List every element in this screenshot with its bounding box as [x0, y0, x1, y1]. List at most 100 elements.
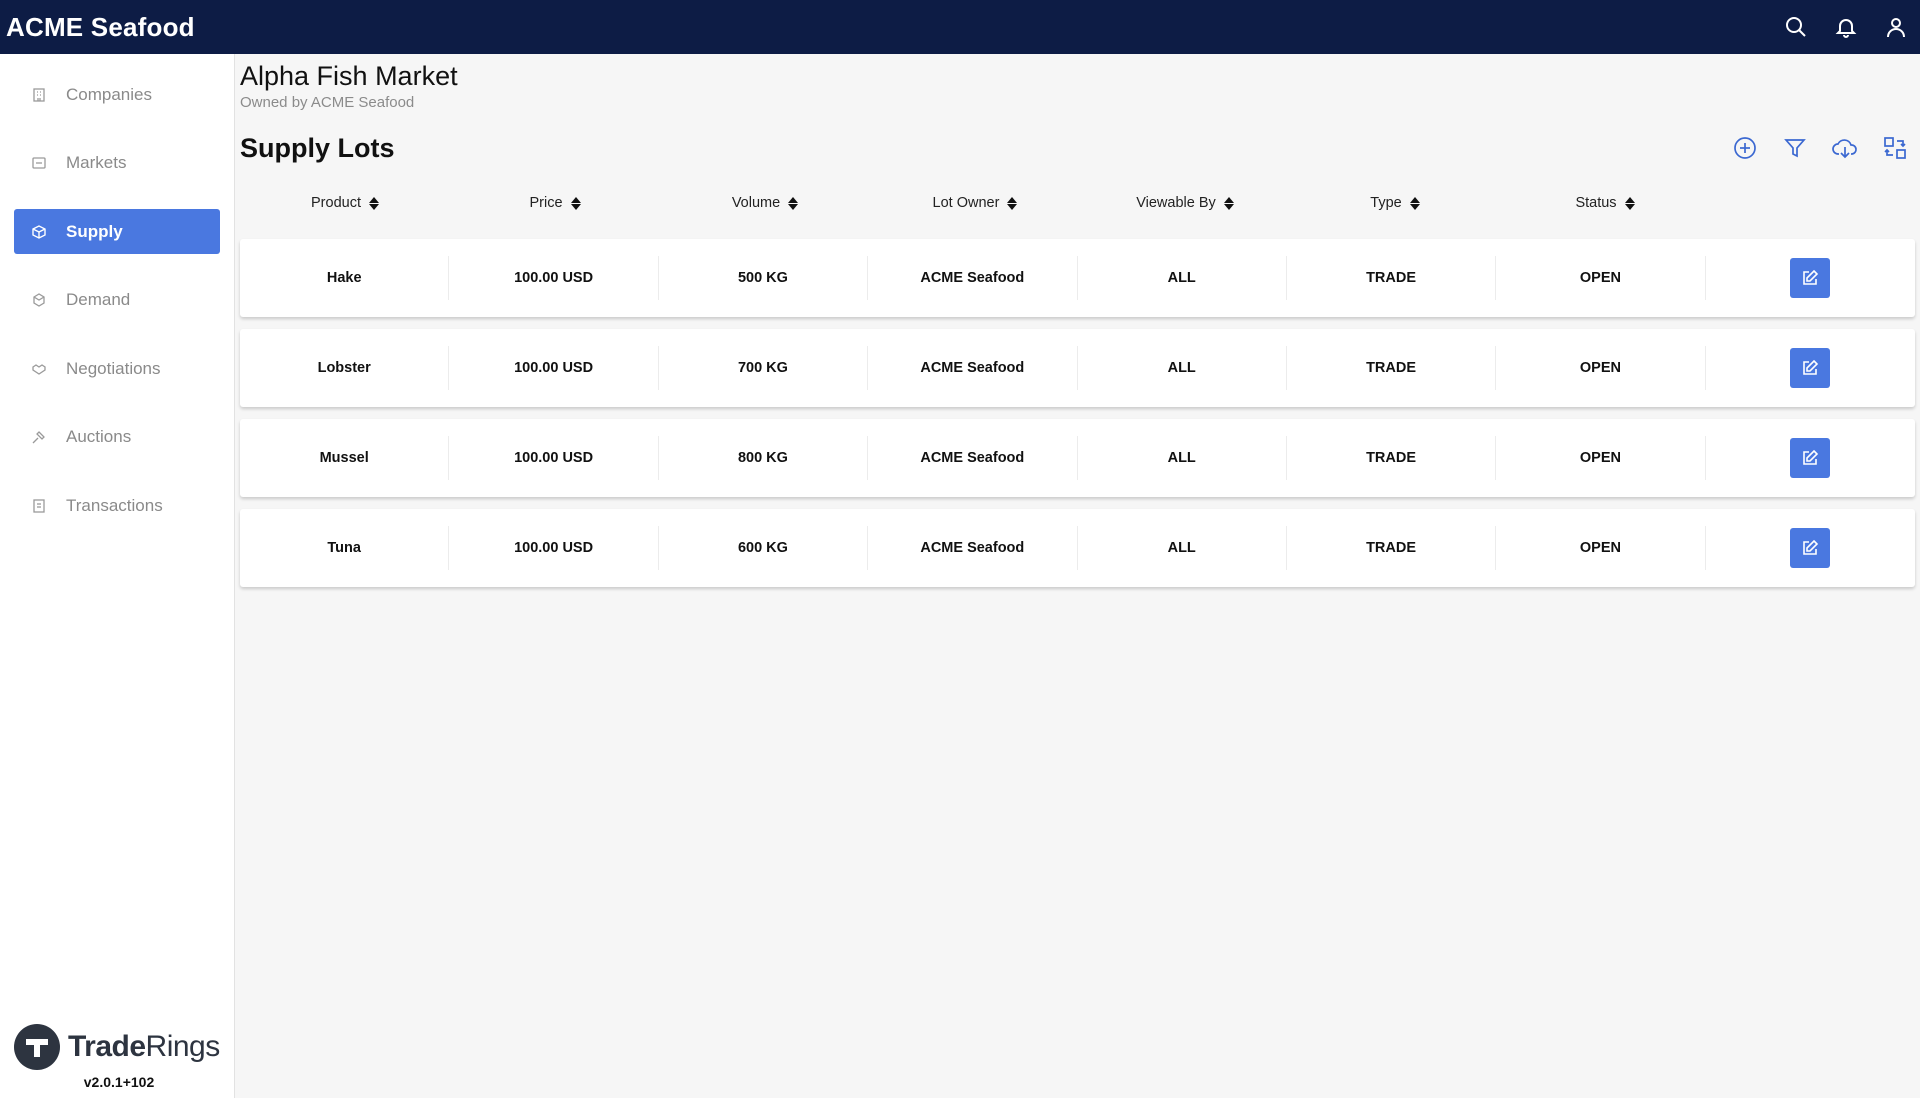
sidebar-item-label: Supply — [66, 221, 123, 241]
edit-icon — [1803, 269, 1819, 285]
cell-price: 100.00 USD — [449, 526, 659, 570]
sidebar-item-negotiations[interactable]: Negotiations — [14, 346, 220, 391]
cell-viewable-by: ALL — [1078, 526, 1287, 570]
sort-icon — [368, 196, 379, 210]
table-row: Tuna 100.00 USD 600 KG ACME Seafood ALL … — [240, 509, 1915, 587]
cell-product: Hake — [240, 256, 450, 300]
column-header-lot-owner[interactable]: Lot Owner — [870, 195, 1080, 211]
cell-status: OPEN — [1496, 256, 1706, 300]
traderings-logo-mark-icon — [14, 1024, 60, 1070]
logo-text: TradeRings — [68, 1030, 220, 1063]
edit-icon — [1803, 539, 1819, 555]
sort-icon — [1223, 196, 1234, 210]
sidebar-item-auctions[interactable]: Auctions — [14, 415, 220, 460]
cell-lot-owner: ACME Seafood — [868, 346, 1078, 390]
add-circle-icon[interactable] — [1731, 134, 1759, 162]
edit-icon — [1803, 449, 1819, 465]
search-icon[interactable] — [1782, 13, 1810, 41]
cell-type: TRADE — [1287, 346, 1497, 390]
market-icon — [28, 152, 50, 174]
sidebar-item-supply[interactable]: Supply — [14, 209, 220, 254]
table-row: Hake 100.00 USD 500 KG ACME Seafood ALL … — [240, 239, 1915, 317]
cell-viewable-by: ALL — [1078, 256, 1287, 300]
column-header-status[interactable]: Status — [1500, 195, 1710, 211]
cell-lot-owner: ACME Seafood — [868, 526, 1078, 570]
cell-price: 100.00 USD — [449, 436, 659, 480]
top-icons — [1782, 13, 1914, 41]
cell-action — [1706, 528, 1915, 568]
sidebar-item-label: Demand — [66, 290, 131, 309]
cell-volume: 600 KG — [659, 526, 869, 570]
column-header-product[interactable]: Product — [240, 195, 450, 211]
cell-product: Mussel — [240, 436, 450, 480]
gavel-icon — [28, 426, 50, 448]
table-row: Mussel 100.00 USD 800 KG ACME Seafood AL… — [240, 419, 1915, 497]
edit-button[interactable] — [1790, 348, 1831, 388]
sort-icon — [1007, 196, 1018, 210]
edit-icon — [1803, 359, 1819, 375]
cell-price: 100.00 USD — [449, 256, 659, 300]
cell-type: TRADE — [1287, 256, 1497, 300]
cell-volume: 800 KG — [659, 436, 869, 480]
app-version: v2.0.1+102 — [83, 1074, 155, 1090]
toolbar — [1731, 134, 1915, 162]
traderings-logo: TradeRings v2.0.1+102 — [14, 1024, 224, 1090]
sidebar-item-transactions[interactable]: Transactions — [14, 483, 220, 528]
bell-icon[interactable] — [1832, 13, 1860, 41]
swap-icon[interactable] — [1881, 134, 1909, 162]
receipt-icon — [28, 495, 50, 517]
cell-action — [1706, 258, 1915, 298]
market-owner: Owned by ACME Seafood — [240, 94, 415, 111]
sidebar-item-companies[interactable]: Companies — [14, 72, 220, 117]
column-header-price[interactable]: Price — [450, 195, 660, 211]
cloud-download-icon[interactable] — [1831, 134, 1859, 162]
sidebar-item-label: Negotiations — [66, 358, 161, 378]
cell-status: OPEN — [1496, 526, 1706, 570]
cell-viewable-by: ALL — [1078, 346, 1287, 390]
cell-status: OPEN — [1496, 346, 1706, 390]
edit-button[interactable] — [1790, 258, 1831, 298]
main-content: Alpha Fish Market Owned by ACME Seafood … — [240, 54, 1915, 599]
sidebar-item-label: Auctions — [66, 427, 132, 446]
sidebar-item-demand[interactable]: Demand — [14, 278, 220, 323]
cell-volume: 500 KG — [659, 256, 869, 300]
cell-lot-owner: ACME Seafood — [868, 436, 1078, 480]
cell-lot-owner: ACME Seafood — [868, 256, 1078, 300]
sidebar-item-markets[interactable]: Markets — [14, 141, 220, 186]
sidebar-item-label: Companies — [66, 84, 152, 104]
box-icon — [28, 221, 50, 243]
sidebar-nav: Companies Markets Supply Demand Negotiat… — [0, 54, 234, 528]
filter-icon[interactable] — [1781, 134, 1809, 162]
column-header-volume[interactable]: Volume — [660, 195, 870, 211]
cell-product: Lobster — [240, 346, 450, 390]
boxes-icon — [28, 289, 50, 311]
sort-icon — [570, 196, 581, 210]
sort-icon — [1409, 196, 1420, 210]
cell-product: Tuna — [240, 526, 450, 570]
edit-button[interactable] — [1790, 438, 1831, 478]
top-bar: ACME Seafood — [0, 0, 1920, 54]
market-title: Alpha Fish Market — [240, 61, 458, 91]
cell-status: OPEN — [1496, 436, 1706, 480]
sidebar-item-label: Markets — [66, 153, 127, 172]
handshake-icon — [28, 358, 50, 380]
building-icon — [28, 84, 50, 106]
table-header: Product Price Volume Lot Owner Viewable … — [240, 173, 1915, 233]
supply-lots-list: Hake 100.00 USD 500 KG ACME Seafood ALL … — [240, 239, 1915, 587]
sidebar: Companies Markets Supply Demand Negotiat… — [0, 54, 235, 1098]
sort-icon — [788, 196, 799, 210]
user-icon[interactable] — [1882, 13, 1910, 41]
cell-price: 100.00 USD — [449, 346, 659, 390]
column-header-type[interactable]: Type — [1290, 195, 1500, 211]
edit-button[interactable] — [1790, 528, 1831, 568]
section-header: Supply Lots — [240, 129, 1915, 167]
cell-type: TRADE — [1287, 526, 1497, 570]
sidebar-item-label: Transactions — [66, 495, 163, 515]
cell-action — [1706, 438, 1915, 478]
section-title: Supply Lots — [240, 132, 395, 163]
column-header-viewable-by[interactable]: Viewable By — [1080, 195, 1290, 211]
table-row: Lobster 100.00 USD 700 KG ACME Seafood A… — [240, 329, 1915, 407]
cell-volume: 700 KG — [659, 346, 869, 390]
sort-icon — [1624, 196, 1635, 210]
brand-title: ACME Seafood — [6, 11, 195, 42]
